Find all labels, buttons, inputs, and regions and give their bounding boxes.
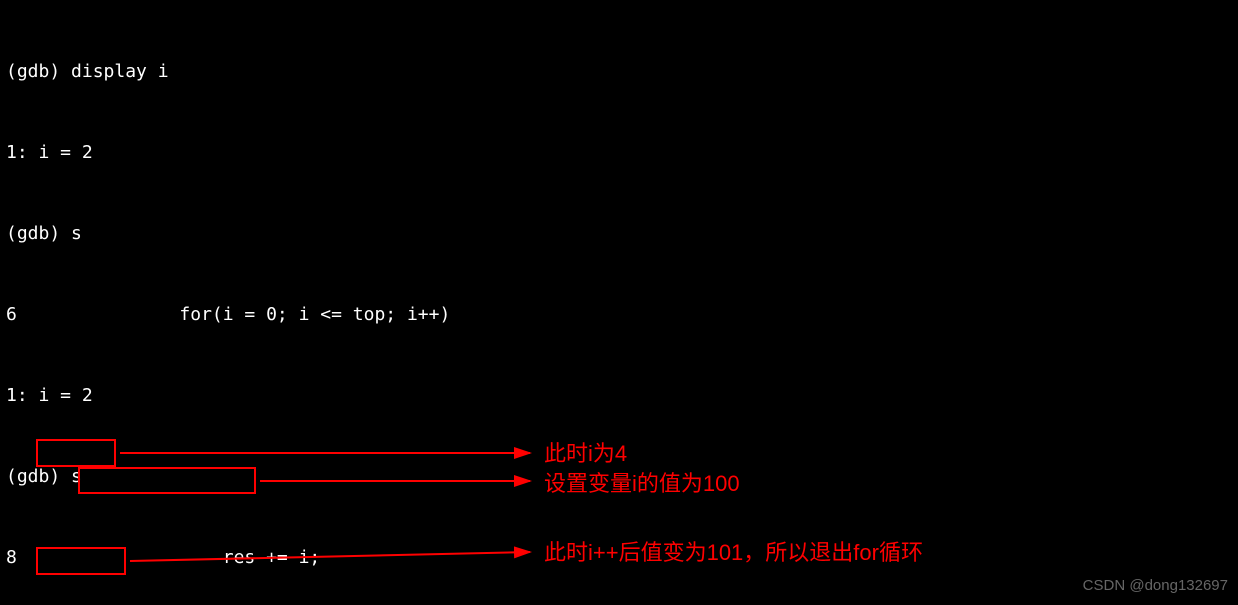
terminal-line: (gdb) display i — [6, 58, 1232, 85]
watermark: CSDN @dong132697 — [1083, 572, 1228, 599]
annotation-text: 设置变量i的值为100 — [544, 470, 740, 497]
terminal-output: (gdb) display i 1: i = 2 (gdb) s 6 for(i… — [0, 0, 1238, 605]
terminal-line: (gdb) s — [6, 220, 1232, 247]
terminal-line: 6 for(i = 0; i <= top; i++) — [6, 301, 1232, 328]
terminal-line: 1: i = 2 — [6, 139, 1232, 166]
annotation-text: 此时i++后值变为101，所以退出for循环 — [544, 539, 923, 566]
annotation-text: 此时i为4 — [544, 440, 627, 467]
terminal-line: 1: i = 2 — [6, 382, 1232, 409]
